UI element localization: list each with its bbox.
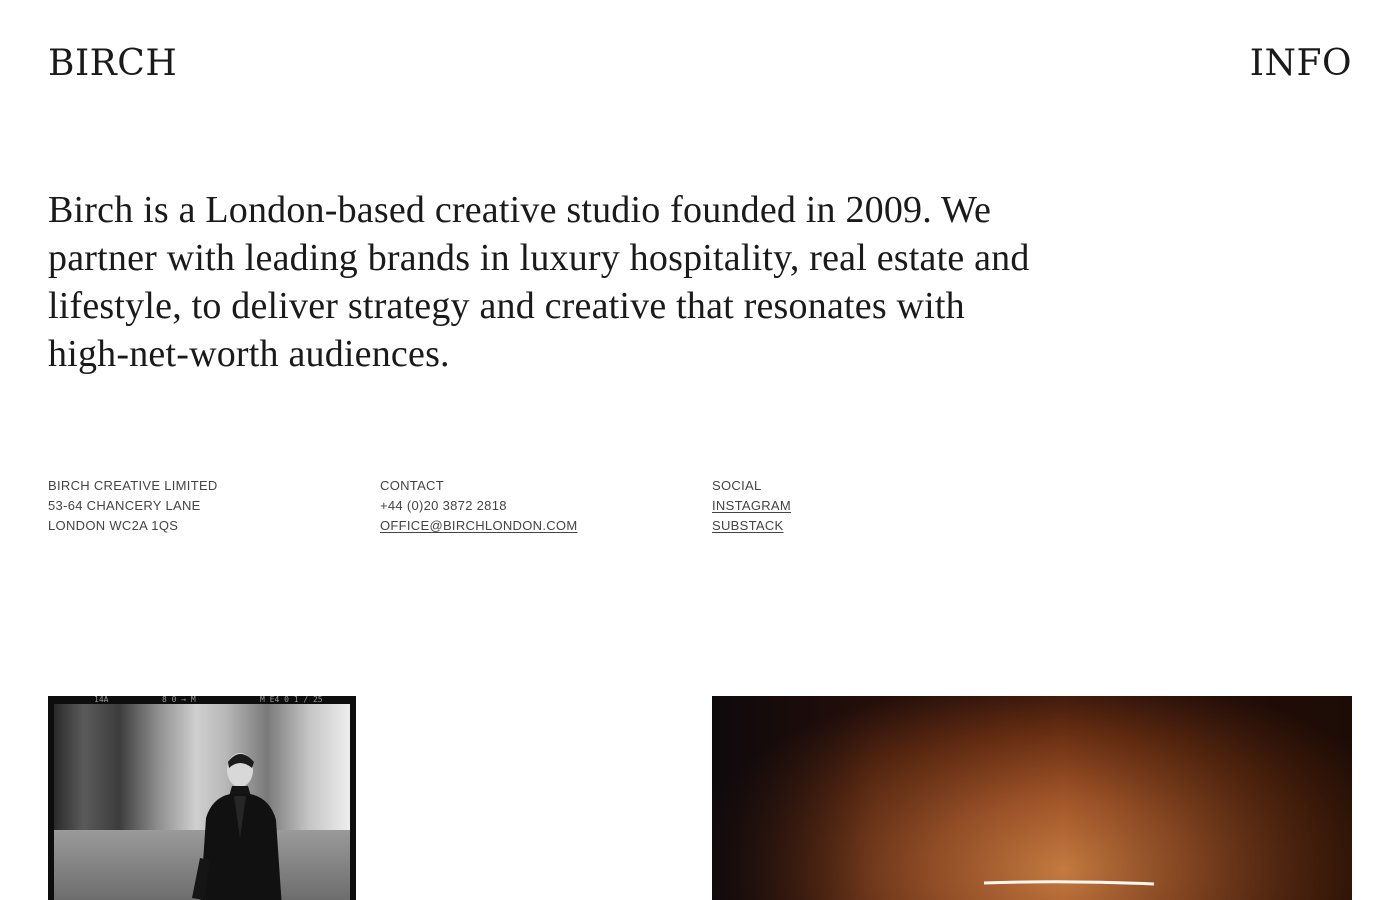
photo-frame xyxy=(54,704,350,900)
address-line-1: 53-64 CHANCERY LANE xyxy=(48,498,201,513)
substack-link[interactable]: SUBSTACK xyxy=(712,516,791,536)
instagram-link[interactable]: INSTAGRAM xyxy=(712,496,791,516)
logo-home-link[interactable]: BIRCH xyxy=(48,40,177,88)
film-mark-1: 14A xyxy=(94,696,109,704)
neon-light-streak xyxy=(984,880,1154,886)
contact-heading: CONTACT xyxy=(380,478,444,493)
address-line-2: LONDON WC2A 1QS xyxy=(48,518,179,533)
page: BIRCH INFO Birch is a London-based creat… xyxy=(0,0,1400,900)
street-portrait-photo[interactable]: 14A 8 0 → M M E4 0 1 / 25 xyxy=(48,696,356,900)
film-mark-3: M E4 0 1 / 25 xyxy=(260,696,323,704)
contact-column: CONTACT +44 (0)20 3872 2818 OFFICE@BIRCH… xyxy=(380,476,577,536)
company-column: BIRCH CREATIVE LIMITED 53-64 CHANCERY LA… xyxy=(48,476,218,536)
photo-vignette xyxy=(712,696,1352,900)
amber-light-photo[interactable] xyxy=(712,696,1352,900)
email-link[interactable]: OFFICE@BIRCHLONDON.COM xyxy=(380,516,577,536)
man-figure xyxy=(192,753,282,900)
social-heading: SOCIAL xyxy=(712,478,762,493)
film-edge-markings: 14A 8 0 → M M E4 0 1 / 25 xyxy=(48,696,356,704)
social-column: SOCIAL INSTAGRAM SUBSTACK xyxy=(712,476,791,536)
phone-number: +44 (0)20 3872 2818 xyxy=(380,498,507,513)
company-name: BIRCH CREATIVE LIMITED xyxy=(48,478,218,493)
intro-paragraph: Birch is a London-based creative studio … xyxy=(48,189,1030,375)
film-mark-2: 8 0 → M xyxy=(162,696,196,704)
nav-info-link[interactable]: INFO xyxy=(1250,40,1352,88)
studio-info: BIRCH CREATIVE LIMITED 53-64 CHANCERY LA… xyxy=(48,476,1352,546)
